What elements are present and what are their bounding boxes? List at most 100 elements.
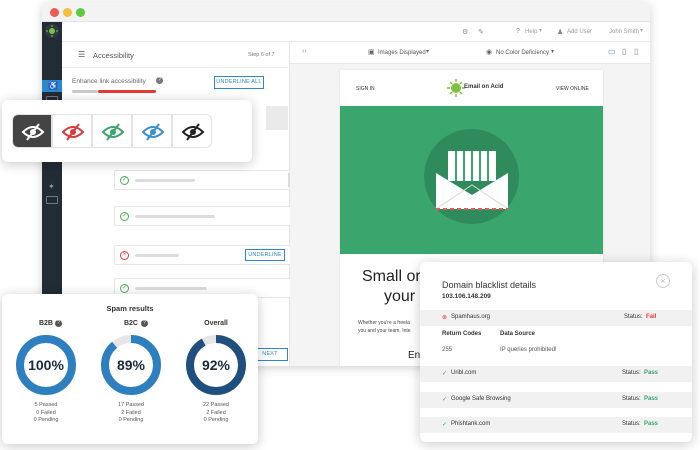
spam-percent: 100% [28,357,64,373]
mobile-icon[interactable]: ▯ [634,47,638,56]
panel-header: ☰ Accessibility Step 6 of 7 [62,42,290,68]
blacklist-status: Pass [644,421,659,427]
chevron-down-icon: ▾ [426,49,430,55]
image-icon: ▣ [368,49,375,56]
blacklist-status-label: Status: [622,396,641,402]
sign-in-link[interactable]: SIGN IN [356,86,375,92]
blacklist-row-name: Spamhaus.org [451,314,491,320]
spam-title: Spam results [106,304,154,313]
blacklist-status-label: Status: [622,421,641,427]
desktop-icon[interactable]: ▭ [608,47,616,56]
data-source-header: Data Source [500,331,536,337]
help-link[interactable]: Help [525,29,537,35]
email-footer-text: En [408,350,421,361]
hero-banner [340,106,603,254]
logo [45,24,59,38]
error-icon: × [120,251,129,260]
spam-stat-pending: 0 Pending [118,417,144,423]
check-icon: ✓ [442,422,448,428]
notification-icon[interactable]: ✎ [478,28,484,36]
check-icon: ✓ [120,176,129,185]
blacklist-row-name: Uribl.com [451,370,477,376]
spam-stat-passed: 5 Passed [34,402,58,408]
images-dropdown[interactable]: Images Displayed [378,50,426,56]
color-mode-blue-button[interactable] [132,114,172,148]
spam-stat-failed: 0 Failed [36,409,56,416]
blacklist-status-label: Status: [622,370,641,376]
blacklist-status-label: Status: [624,314,643,320]
chevron-down-icon: ▾ [539,28,543,34]
link-placeholder [135,287,207,290]
error-icon: ⊗ [442,315,448,321]
blacklist-row[interactable]: ✓ Uribl.com Status: Pass [420,366,692,382]
data-source-value: IP queries prohibited! [500,347,557,353]
code-icon[interactable]: ‹› [302,48,307,55]
sidebar-item-accessibility[interactable]: ♿ [42,80,62,92]
color-mode-green-button[interactable] [92,114,132,148]
eye-slash-icon [61,123,85,141]
color-mode-normal-button[interactable] [12,114,52,148]
underline-all-button[interactable]: UNDERLINE ALL [214,76,264,89]
user-menu[interactable]: John Smith [609,29,639,35]
link-placeholder [135,179,195,182]
link-row[interactable]: ✓ [114,170,294,190]
blacklist-ip: 103.106.148.209 [442,293,491,300]
eye-slash-icon [181,123,205,141]
view-online-link[interactable]: VIEW ONLINE [556,86,589,92]
info-icon[interactable]: ? [141,320,148,327]
info-icon[interactable]: ? [156,77,163,84]
blacklist-row[interactable]: ✓ Phishtank.com Status: Pass [420,417,692,433]
tablet-icon[interactable]: ▯ [622,47,626,56]
blacklist-row[interactable]: ⊗ Spamhaus.org Status: Fail [420,310,692,326]
folder-icon[interactable] [46,196,58,204]
spam-group-label: B2B [38,320,53,327]
menu-icon[interactable]: ☰ [78,50,85,59]
underline-button[interactable]: UNDERLINE [245,249,285,261]
spam-results-card: Spam results B2B? 100% 5 Passed 0 Failed 0 P… [2,294,258,444]
color-deficiency-dropdown[interactable]: No Color Deficiency [496,50,549,56]
lightbulb-icon[interactable]: ✦ [48,182,55,191]
color-mode-red-button[interactable] [52,114,92,148]
preview-toolbar: ‹› ▣ Images Displayed ▾ ◉ No Color Defic… [290,42,650,64]
spam-group: B2B? 100% 5 Passed 0 Failed 0 Pending [6,320,86,440]
close-icon[interactable]: × [656,274,670,288]
maximize-window-dot[interactable] [76,8,85,17]
email-body-2: you and your team. Inte [358,328,411,334]
add-user-icon: ♟ [557,29,564,36]
return-code-value: 255 [442,347,453,353]
close-window-dot[interactable] [50,8,59,17]
blacklist-title: Domain blacklist details [442,280,537,290]
color-mode-mono-button[interactable] [172,114,212,148]
blacklist-status: Pass [644,396,659,402]
help-icon: ? [516,28,520,35]
return-codes-header: Return Codes [442,331,482,337]
step-indicator: Step 6 of 7 [248,52,275,58]
spam-percent: 89% [116,357,146,373]
check-icon: ✓ [442,371,448,377]
blacklist-row-name: Google Safe Browsing [451,396,511,402]
title-bar [42,2,650,22]
link-row[interactable]: × UNDERLINE [114,245,294,265]
domain-blacklist-card: Domain blacklist details 103.106.148.209… [420,262,692,442]
progress-bar-empty [72,90,98,93]
brand-logo: Email on Acid [446,78,506,98]
blacklist-status: Pass [644,370,659,376]
check-icon: ✓ [120,284,129,293]
accessibility-icon: ♿ [48,81,58,90]
eye-icon: ◉ [486,49,493,56]
email-body-1: Whether you're a freela [358,320,410,326]
blacklist-row-name: Phishtank.com [451,421,491,427]
email-headline-2: your [384,288,416,305]
spam-group: B2C? 89% 17 Passed 2 Failed 0 Pending [91,320,171,440]
info-icon[interactable]: ? [55,320,62,327]
minimize-window-dot[interactable] [63,8,72,17]
blacklist-row[interactable]: ✓ Google Safe Browsing Status: Pass [420,392,692,408]
check-icon: ✓ [442,397,448,403]
selected-row-highlight [266,106,288,130]
link-placeholder [135,254,179,257]
settings-icon[interactable]: ⚙ [462,28,468,36]
color-deficiency-switcher [2,100,252,162]
link-placeholder [135,215,215,218]
link-row[interactable]: ✓ [114,206,294,226]
add-user-link[interactable]: Add User [567,29,592,35]
